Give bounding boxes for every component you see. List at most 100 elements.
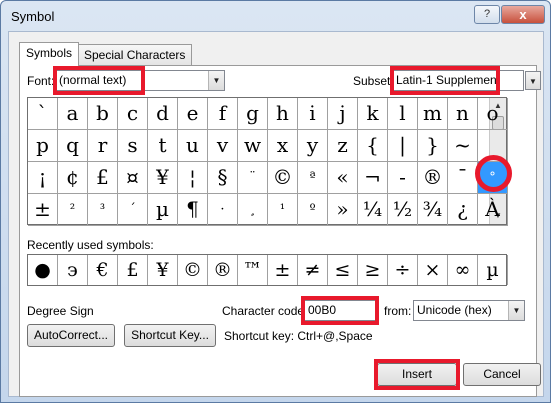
symbol-cell[interactable]: i: [298, 98, 328, 130]
font-dropdown[interactable]: (normal text) ▼: [55, 70, 225, 91]
symbol-cell[interactable]: |: [388, 130, 418, 162]
cancel-button[interactable]: Cancel: [463, 363, 541, 386]
recent-symbol-cell[interactable]: ™: [238, 255, 268, 285]
recent-symbol-cell[interactable]: µ: [478, 255, 508, 285]
symbol-cell[interactable]: ¹: [268, 194, 298, 226]
symbol-grid[interactable]: ▲ ▼ ` a b c d e f g h i j k l m n o p q r s t u v w x y z{|} ~ ¡ ¢ £ ¤ ¥…: [27, 97, 508, 226]
symbol-cell[interactable]: ¾: [418, 194, 448, 226]
title-bar[interactable]: Symbol ? x: [1, 1, 550, 31]
symbol-cell[interactable]: ³: [88, 194, 118, 226]
symbol-cell[interactable]: q: [58, 130, 88, 162]
symbol-cell[interactable]: f: [208, 98, 238, 130]
symbol-cell[interactable]: l: [388, 98, 418, 130]
recent-symbols-label: Recently used symbols:: [27, 238, 154, 252]
symbol-cell[interactable]: -: [388, 162, 418, 194]
symbol-cell[interactable]: d: [148, 98, 178, 130]
recent-symbol-cell[interactable]: ¥: [148, 255, 178, 285]
symbol-cell[interactable]: §: [208, 162, 238, 194]
recent-symbol-cell[interactable]: ∞: [448, 255, 478, 285]
symbol-cell[interactable]: z: [328, 130, 358, 162]
recent-symbol-cell[interactable]: £: [118, 255, 148, 285]
symbol-cell[interactable]: k: [358, 98, 388, 130]
symbol-cell[interactable]: b: [88, 98, 118, 130]
symbol-cell[interactable]: p: [28, 130, 58, 162]
recent-symbol-cell[interactable]: ®: [208, 255, 238, 285]
symbol-cell[interactable]: ±: [28, 194, 58, 226]
symbol-cell[interactable]: ¶: [178, 194, 208, 226]
symbol-cell[interactable]: ª: [298, 162, 328, 194]
recent-symbol-cell[interactable]: ©: [178, 255, 208, 285]
symbol-cell[interactable]: y: [298, 130, 328, 162]
symbol-cell[interactable]: [478, 130, 508, 162]
symbol-cell[interactable]: g: [238, 98, 268, 130]
symbol-cell[interactable]: x: [268, 130, 298, 162]
tab-symbols[interactable]: Symbols: [19, 42, 80, 66]
recent-symbol-cell[interactable]: ≥: [358, 255, 388, 285]
chevron-down-icon[interactable]: ▼: [525, 71, 541, 90]
symbol-cell[interactable]: }: [418, 130, 448, 162]
symbol-cell[interactable]: s: [118, 130, 148, 162]
recent-symbol-cell[interactable]: ≠: [298, 255, 328, 285]
symbol-cell[interactable]: m: [418, 98, 448, 130]
chevron-down-icon[interactable]: ▼: [508, 301, 524, 320]
symbol-cell[interactable]: ¯: [448, 162, 478, 194]
symbol-cell[interactable]: ©: [268, 162, 298, 194]
symbol-cell[interactable]: v: [208, 130, 238, 162]
recent-symbol-cell[interactable]: ≤: [328, 255, 358, 285]
symbol-cell[interactable]: t: [148, 130, 178, 162]
symbol-cell[interactable]: j: [328, 98, 358, 130]
recent-symbol-cell[interactable]: ÷: [388, 255, 418, 285]
symbol-cell[interactable]: ¬: [358, 162, 388, 194]
from-dropdown[interactable]: Unicode (hex) ▼: [413, 300, 525, 321]
symbol-cell[interactable]: c: [118, 98, 148, 130]
symbol-cell[interactable]: µ: [148, 194, 178, 226]
symbol-cell[interactable]: ®: [418, 162, 448, 194]
recent-symbol-cell[interactable]: ●: [28, 255, 58, 285]
character-code-input[interactable]: 00B0: [304, 300, 376, 321]
symbol-cell[interactable]: ´: [118, 194, 148, 226]
symbol-cell[interactable]: ¥: [148, 162, 178, 194]
symbol-cell[interactable]: w: [238, 130, 268, 162]
recent-symbol-cell[interactable]: ×: [418, 255, 448, 285]
symbol-cell[interactable]: °: [478, 162, 508, 194]
symbol-cell[interactable]: e: [178, 98, 208, 130]
recent-symbol-cell[interactable]: ϶: [58, 255, 88, 285]
symbol-cell[interactable]: ½: [388, 194, 418, 226]
symbol-cell[interactable]: À: [478, 194, 508, 226]
symbol-cell[interactable]: £: [88, 162, 118, 194]
symbol-cell[interactable]: n: [448, 98, 478, 130]
symbol-cell[interactable]: `: [28, 98, 58, 130]
subset-dropdown[interactable]: Latin-1 Supplement ▼: [392, 70, 541, 91]
symbol-cell[interactable]: ¼: [358, 194, 388, 226]
symbol-cell[interactable]: ¡: [28, 162, 58, 194]
close-button[interactable]: x: [501, 5, 545, 24]
insert-button[interactable]: Insert: [377, 363, 457, 386]
symbol-cell[interactable]: ¤: [118, 162, 148, 194]
recent-symbol-cell[interactable]: ±: [268, 255, 298, 285]
symbol-cell[interactable]: ¦: [178, 162, 208, 194]
chevron-down-icon[interactable]: ▼: [208, 71, 224, 90]
symbol-cell[interactable]: o: [478, 98, 508, 130]
symbol-cell[interactable]: u: [178, 130, 208, 162]
symbol-cell[interactable]: ¿: [448, 194, 478, 226]
recent-symbol-cell[interactable]: €: [88, 255, 118, 285]
symbol-cell[interactable]: ²: [58, 194, 88, 226]
help-button[interactable]: ?: [474, 5, 500, 24]
tab-special-characters[interactable]: Special Characters: [77, 44, 193, 65]
symbol-cell[interactable]: r: [88, 130, 118, 162]
symbol-cell[interactable]: h: [268, 98, 298, 130]
character-code-label: Character code:: [222, 304, 308, 318]
symbol-cell[interactable]: {: [358, 130, 388, 162]
symbol-cell[interactable]: a: [58, 98, 88, 130]
symbol-cell[interactable]: ¸: [238, 194, 268, 226]
symbol-cell[interactable]: ¨: [238, 162, 268, 194]
symbol-cell[interactable]: ·: [208, 194, 238, 226]
symbol-cell[interactable]: ¢: [58, 162, 88, 194]
autocorrect-button[interactable]: AutoCorrect...: [27, 324, 115, 347]
symbol-cell[interactable]: «: [328, 162, 358, 194]
shortcut-key-button[interactable]: Shortcut Key...: [124, 324, 216, 347]
recent-symbols-row[interactable]: ● ϶ € £ ¥ © ® ™ ± ≠ ≤ ≥ ÷ × ∞ µ: [27, 254, 508, 286]
symbol-cell[interactable]: »: [328, 194, 358, 226]
symbol-cell[interactable]: º: [298, 194, 328, 226]
symbol-cell[interactable]: ~: [448, 130, 478, 162]
